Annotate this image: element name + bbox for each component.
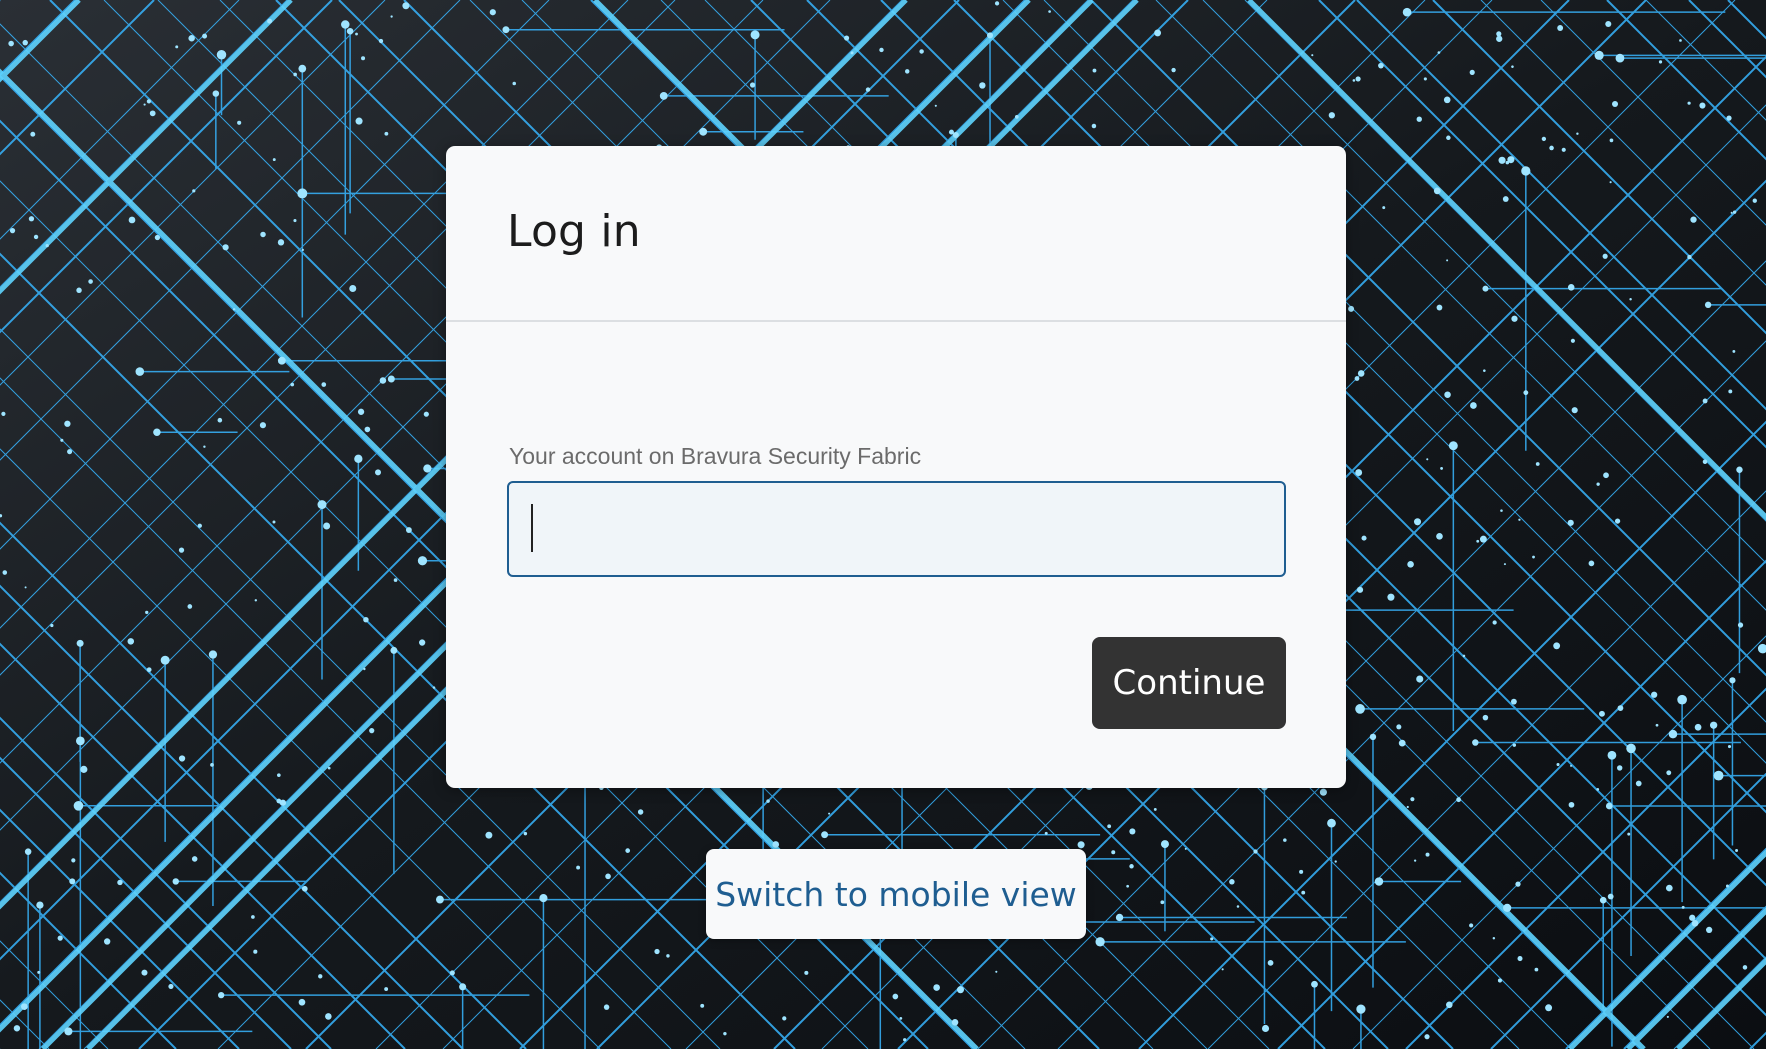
account-field-label: Your account on Bravura Security Fabric: [509, 443, 922, 469]
continue-button[interactable]: Continue: [1092, 637, 1286, 729]
login-card: Log in Your account on Bravura Security …: [446, 146, 1346, 788]
card-header: Log in: [446, 146, 1346, 322]
switch-to-mobile-view-button[interactable]: Switch to mobile view: [706, 849, 1086, 939]
page-title: Log in: [507, 206, 641, 257]
text-caret: [531, 504, 533, 552]
login-page: Log in Your account on Bravura Security …: [0, 0, 1766, 1049]
account-input[interactable]: [507, 481, 1286, 577]
